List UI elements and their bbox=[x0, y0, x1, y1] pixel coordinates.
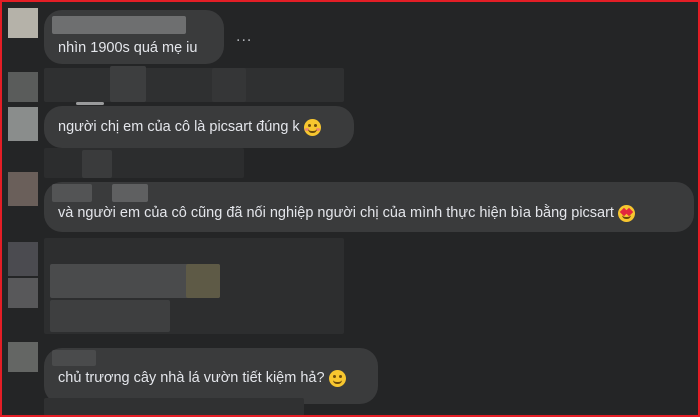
comment-text: người chị em của cô là picsart đúng k bbox=[58, 119, 300, 136]
avatar[interactable] bbox=[8, 172, 38, 206]
blurred-content bbox=[44, 68, 344, 102]
avatar[interactable] bbox=[8, 342, 38, 372]
avatar[interactable] bbox=[8, 278, 38, 308]
comment-text: và người em của cô cũng đã nối nghiệp ng… bbox=[58, 205, 614, 222]
blurred-author-name bbox=[52, 350, 96, 366]
avatar[interactable] bbox=[8, 8, 38, 38]
blurred-author-name bbox=[52, 184, 92, 202]
blurred-content bbox=[82, 150, 112, 178]
comment-text: nhìn 1900s quá mẹ iu bbox=[58, 40, 198, 57]
blurred-author-name bbox=[76, 102, 104, 105]
comment-text: chủ trương cây nhà lá vườn tiết kiệm hả? bbox=[58, 370, 325, 387]
avatar[interactable] bbox=[8, 72, 38, 102]
blurred-content bbox=[44, 148, 244, 178]
comment-bubble: người chị em của cô là picsart đúng k bbox=[44, 106, 354, 148]
smiling-blush-emoji-icon bbox=[303, 118, 321, 136]
blurred-content bbox=[110, 66, 146, 102]
blurred-content bbox=[44, 398, 304, 415]
blurred-content bbox=[212, 68, 246, 102]
blurred-author-name bbox=[112, 184, 148, 202]
comments-frame: nhìn 1900s quá mẹ iu ... người chị em củ… bbox=[0, 0, 700, 417]
heart-eyes-emoji-icon bbox=[617, 204, 635, 222]
blurred-content bbox=[186, 264, 220, 298]
more-options-icon[interactable]: ... bbox=[236, 28, 252, 46]
avatar[interactable] bbox=[8, 242, 38, 276]
blurred-content bbox=[50, 300, 170, 332]
smiling-emoji-icon bbox=[328, 369, 346, 387]
blurred-author-name bbox=[52, 16, 186, 34]
avatar[interactable] bbox=[8, 107, 38, 141]
